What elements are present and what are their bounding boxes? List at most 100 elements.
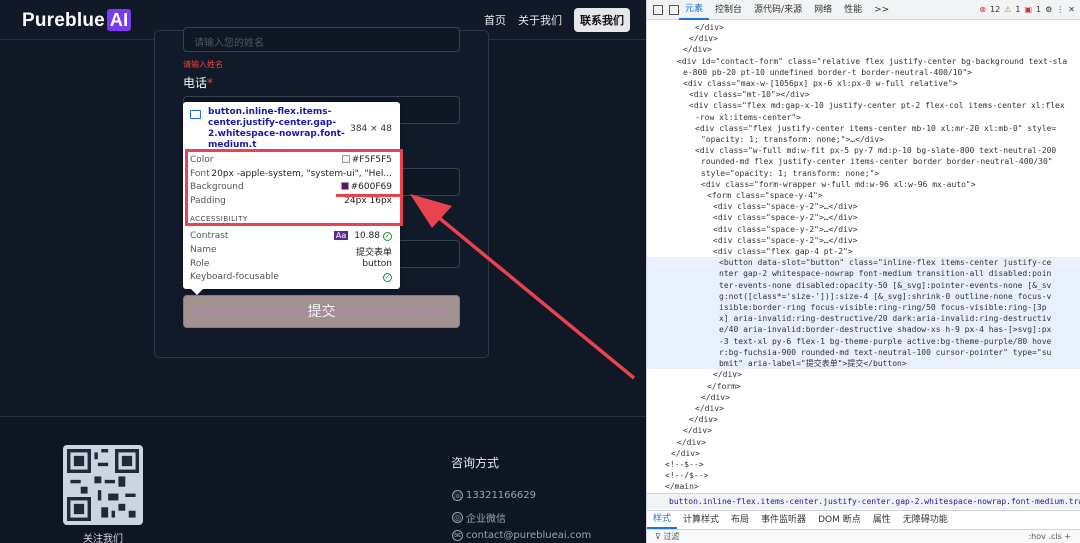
check-icon: ✓ bbox=[383, 273, 392, 282]
tooltip-dimensions: 384 × 48 bbox=[350, 124, 392, 134]
devtools-tabbar: 元素 控制台 源代码/来源 网络 性能 >> ⊗ 12 ⚠ 1 ▣ 1 ⚙ ⋮ ✕ bbox=[647, 0, 1080, 20]
subtab-properties[interactable]: 属性 bbox=[867, 511, 897, 529]
phone-label-text: 电话 bbox=[183, 76, 208, 90]
dom-line[interactable]: <div class="mt-10"></div> bbox=[647, 89, 1080, 100]
dom-line[interactable]: <div class="form-wrapper w-full md:w-96 … bbox=[647, 179, 1080, 190]
tab-network[interactable]: 网络 bbox=[808, 0, 838, 20]
phone-icon: ☏ bbox=[452, 490, 464, 501]
subtab-styles[interactable]: 样式 bbox=[647, 511, 678, 529]
close-icon[interactable]: ✕ bbox=[1068, 5, 1075, 14]
dom-line[interactable]: </form> bbox=[647, 381, 1080, 392]
name-input[interactable]: 请输入您的姓名 bbox=[183, 27, 460, 52]
contact-phone[interactable]: ☏ 13321166629 bbox=[452, 490, 536, 501]
dom-line[interactable]: </div> bbox=[647, 437, 1080, 448]
submit-button[interactable]: 提交 bbox=[183, 295, 460, 328]
name-error: 请输入姓名 bbox=[183, 60, 223, 69]
dom-line[interactable]: <div class="space-y-2">…</div> bbox=[647, 201, 1080, 212]
contrast-value-text: 10.88 bbox=[354, 231, 380, 241]
dom-line[interactable]: <button data-slot="button" class="inline… bbox=[647, 257, 1080, 269]
info-icon: ▣ bbox=[1024, 5, 1033, 14]
subtab-accessibility[interactable]: 无障碍功能 bbox=[897, 511, 954, 529]
devtools-panel: 元素 控制台 源代码/来源 网络 性能 >> ⊗ 12 ⚠ 1 ▣ 1 ⚙ ⋮ ✕ <… bbox=[646, 0, 1080, 543]
dom-line[interactable]: <div class="flex justify-center items-ce… bbox=[647, 123, 1080, 134]
dom-line[interactable]: </div> bbox=[647, 425, 1080, 436]
contact-title: 咨询方式 bbox=[451, 456, 500, 470]
dom-line[interactable]: </div> bbox=[647, 33, 1080, 44]
logo[interactable]: Pureblue AI bbox=[22, 9, 132, 32]
phone-label: 电话* bbox=[183, 74, 213, 91]
dom-line[interactable]: style="opacity: 1; transform: none;"> bbox=[647, 168, 1080, 179]
inspect-icon[interactable] bbox=[653, 4, 663, 15]
filter-placeholder: 过滤 bbox=[663, 532, 680, 541]
name-key: Name bbox=[190, 245, 217, 255]
dom-line[interactable]: ter-events-none disabled:opacity-50 [&_s… bbox=[647, 279, 1080, 291]
name-value: 提交表单 bbox=[355, 248, 392, 258]
dom-line[interactable]: <!--$--> bbox=[647, 459, 1080, 470]
tooltip-selector: button.inline-flex.items-center.justify-… bbox=[208, 107, 345, 150]
settings-gear-icon[interactable]: ⚙ bbox=[1045, 5, 1052, 14]
tab-performance[interactable]: 性能 bbox=[838, 0, 868, 20]
nav-home[interactable]: 首页 bbox=[484, 12, 506, 28]
contact-email[interactable]: ✉ contact@pureblueai.com bbox=[452, 530, 591, 541]
dom-line[interactable]: </div> bbox=[647, 403, 1080, 414]
dom-line[interactable]: </div> bbox=[647, 392, 1080, 403]
dom-line[interactable]: <form class="space-y-4"> bbox=[647, 190, 1080, 201]
dom-line[interactable]: <div class="flex md:gap-x-10 justify-cen… bbox=[647, 100, 1080, 111]
warning-count: 1 bbox=[1015, 5, 1021, 14]
mail-icon: ✉ bbox=[452, 530, 463, 541]
dom-tree[interactable]: </div> </div> </div> <div id="contact-form"… bbox=[647, 22, 1080, 492]
name-placeholder: 请输入您的姓名 bbox=[194, 38, 264, 49]
dom-line[interactable]: </div> bbox=[647, 369, 1080, 380]
dom-line[interactable]: </div> bbox=[647, 448, 1080, 459]
dom-line[interactable]: <div class="space-y-2">…</div> bbox=[647, 224, 1080, 235]
contrast-key: Contrast bbox=[190, 231, 229, 241]
nav-about[interactable]: 关于我们 bbox=[518, 12, 562, 28]
dom-line[interactable]: <div class="space-y-2">…</div> bbox=[647, 235, 1080, 246]
dom-line[interactable]: </main> bbox=[647, 481, 1080, 492]
dom-line[interactable]: r:bg-fuchsia-900 rounded-md text-neutral… bbox=[647, 346, 1080, 359]
contrast-badge: Aa bbox=[333, 231, 349, 240]
dom-line[interactable]: isible:border-ring focus-visible:ring-ri… bbox=[647, 302, 1080, 314]
subtab-layout[interactable]: 布局 bbox=[725, 511, 755, 529]
tab-sources[interactable]: 源代码/来源 bbox=[748, 0, 808, 20]
contact-wechat-text: 企业微信 bbox=[466, 514, 506, 525]
dom-line[interactable]: x] aria-invalid:ring-destructive/20 dark… bbox=[647, 313, 1080, 325]
subtab-dom-breakpoints[interactable]: DOM 断点 bbox=[812, 511, 867, 529]
dom-line[interactable]: <div class="flex gap-4 pt-2"> bbox=[647, 246, 1080, 257]
dom-line[interactable]: </div> bbox=[647, 22, 1080, 33]
device-toggle-icon[interactable] bbox=[669, 4, 679, 15]
dom-line[interactable]: <div class="w-full md:w-fit px-5 py-7 md… bbox=[647, 145, 1080, 156]
dom-line[interactable]: nter gap-2 whitespace-nowrap font-medium… bbox=[647, 268, 1080, 280]
dom-line[interactable]: rounded-md flex justify-center items-cen… bbox=[647, 156, 1080, 167]
tab-elements[interactable]: 元素 bbox=[679, 0, 710, 20]
tab-console[interactable]: 控制台 bbox=[709, 0, 748, 20]
dom-line[interactable]: <div id="contact-form" class="relative f… bbox=[647, 56, 1080, 67]
dom-line[interactable]: e-800 pb-20 pt-10 undefined border-t bor… bbox=[647, 67, 1080, 78]
focus-key: Keyboard-focusable bbox=[190, 272, 279, 282]
dom-line[interactable]: <div class="max-w-[1056px] px-6 xl:px-0 … bbox=[647, 78, 1080, 89]
more-options-icon[interactable]: ⋮ bbox=[1056, 5, 1064, 14]
tab-more[interactable]: >> bbox=[868, 0, 895, 20]
dom-line[interactable]: bmit" aria-label="提交表单">提交</button> bbox=[647, 358, 1080, 370]
dom-line[interactable]: </div> bbox=[647, 414, 1080, 425]
subtab-event-listeners[interactable]: 事件监听器 bbox=[755, 511, 812, 529]
subtab-computed[interactable]: 计算样式 bbox=[677, 511, 725, 529]
contact-wechat[interactable]: ◎ 企业微信 bbox=[452, 510, 506, 525]
element-icon bbox=[190, 110, 201, 119]
styles-filter[interactable]: ⊽ 过滤 :hov .cls + bbox=[647, 529, 1080, 543]
qr-code bbox=[63, 445, 143, 525]
filter-options[interactable]: :hov .cls + bbox=[1028, 530, 1071, 543]
dom-breadcrumb[interactable]: button.inline-flex.items-center.justify-… bbox=[647, 493, 1080, 509]
dom-line[interactable]: "opacity: 1; transform: none;">…</div> bbox=[647, 134, 1080, 145]
nav-contact-button[interactable]: 联系我们 bbox=[574, 8, 630, 32]
annotation-underline bbox=[336, 194, 400, 197]
dom-line[interactable]: e/40 aria-invalid:border-destructive sha… bbox=[647, 324, 1080, 336]
dom-line[interactable]: g:not([class*='size-'])]:size-4 [&_svg]:… bbox=[647, 290, 1080, 303]
dom-line[interactable]: -row xl:items-center"> bbox=[647, 112, 1080, 123]
dom-line[interactable]: <div class="space-y-2">…</div> bbox=[647, 212, 1080, 223]
dom-line[interactable]: -3 text-xl py-6 flex-1 bg-theme-purple a… bbox=[647, 335, 1080, 347]
issue-badges[interactable]: ⊗ 12 ⚠ 1 ▣ 1 ⚙ ⋮ ✕ bbox=[979, 5, 1080, 14]
check-icon: ✓ bbox=[383, 232, 392, 241]
dom-line[interactable]: <!--/$--> bbox=[647, 470, 1080, 481]
dom-line[interactable]: </div> bbox=[647, 44, 1080, 55]
